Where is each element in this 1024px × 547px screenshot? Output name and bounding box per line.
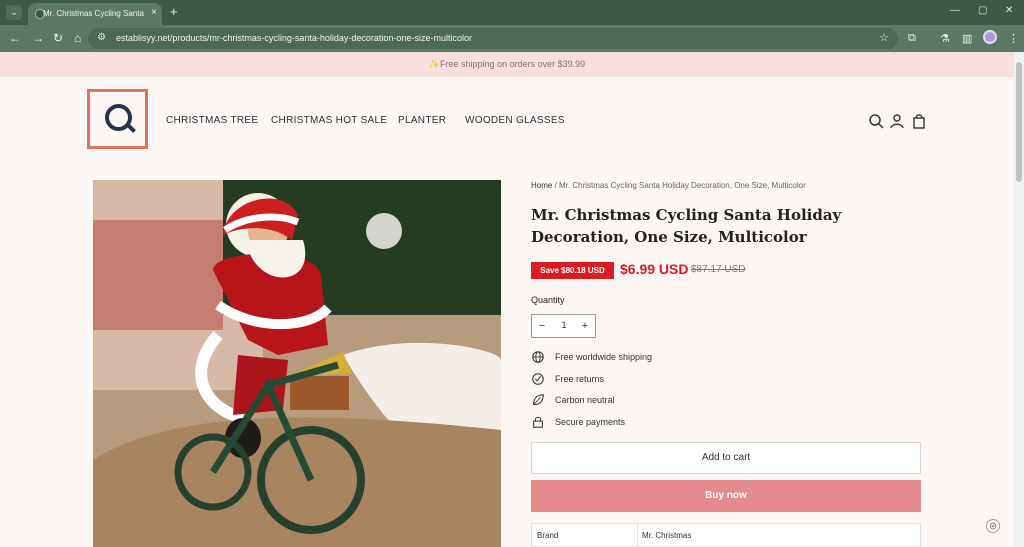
spec-key-brand: Brand	[537, 531, 559, 540]
leaf-icon	[533, 394, 544, 405]
save-badge: Save $80.18 USD	[531, 262, 614, 279]
reload-icon[interactable]: ↻	[53, 31, 63, 45]
globe-icon	[532, 351, 544, 363]
nav-wooden-glasses[interactable]: WOODEN GLASSES	[465, 115, 565, 126]
labs-icon[interactable]: ⚗	[940, 32, 950, 45]
breadcrumb-home-link[interactable]: Home	[531, 181, 552, 190]
cart-icon[interactable]	[911, 113, 927, 129]
logo-q-tail	[126, 123, 136, 133]
restore-window-icon[interactable]: ▢	[978, 5, 987, 16]
announcement-bar: ✨Free shipping on orders over $39.99	[0, 52, 1014, 77]
account-icon[interactable]	[889, 113, 905, 129]
store-logo[interactable]	[87, 89, 148, 149]
spec-divider	[637, 524, 638, 547]
quantity-plus-button[interactable]: +	[578, 318, 592, 334]
nav-christmas-hot-sale[interactable]: CHRISTMAS HOT SALE	[271, 115, 387, 126]
santa-bicycle-photo	[93, 180, 501, 547]
breadcrumb: Home / Mr. Christmas Cycling Santa Holid…	[531, 181, 806, 190]
sale-price: $6.99 USD	[620, 261, 689, 277]
search-icon[interactable]	[868, 113, 884, 129]
close-tab-icon[interactable]: ×	[151, 7, 157, 18]
check-circle-icon	[532, 373, 544, 385]
quantity-stepper[interactable]: − 1 +	[531, 314, 596, 338]
spec-value-brand: Mr. Christmas	[642, 531, 692, 540]
compare-price: $87.17 USD	[691, 264, 746, 275]
back-icon[interactable]: ←	[9, 31, 21, 45]
minimize-window-icon[interactable]: —	[950, 5, 960, 16]
nav-christmas-tree[interactable]: CHRISTMAS TREE	[166, 115, 258, 126]
forward-icon[interactable]: →	[32, 31, 44, 45]
scrollbar-thumb[interactable]	[1016, 62, 1022, 182]
browser-menu-icon[interactable]: ⋮	[1008, 32, 1019, 45]
product-spec-table: Brand Mr. Christmas	[531, 523, 921, 547]
home-icon[interactable]: ⌂	[74, 31, 81, 45]
site-info-icon[interactable]: ⚙	[97, 32, 106, 43]
tab-search-button[interactable]: ⌄	[6, 5, 22, 20]
feature-secure-payments: Secure payments	[555, 417, 626, 427]
lock-icon	[533, 416, 543, 428]
buy-now-button[interactable]: Buy now	[531, 480, 921, 512]
address-bar[interactable]: ⚙ establisyy.net/products/mr-christmas-c…	[88, 28, 898, 49]
quantity-label: Quantity	[531, 295, 565, 305]
close-window-icon[interactable]: ✕	[1005, 5, 1013, 16]
breadcrumb-current: Mr. Christmas Cycling Santa Holiday Deco…	[559, 181, 806, 190]
extensions-icon[interactable]: ⧉	[908, 32, 916, 45]
add-to-cart-button[interactable]: Add to cart	[531, 442, 921, 474]
side-panel-icon[interactable]: ▥	[962, 32, 972, 45]
feature-free-returns: Free returns	[555, 374, 605, 384]
feature-carbon-neutral: Carbon neutral	[555, 395, 615, 405]
product-main-image[interactable]	[93, 180, 501, 547]
active-tab[interactable]: Mr. Christmas Cycling Santa Ho ×	[28, 3, 162, 25]
browser-toolbar: ← → ↻ ⌂ ⚙ establisyy.net/products/mr-chr…	[0, 25, 1024, 52]
feature-free-worldwide-shipping: Free worldwide shipping	[555, 352, 653, 362]
chat-support-icon[interactable]	[986, 519, 1000, 533]
breadcrumb-separator: /	[552, 181, 560, 190]
nav-planter[interactable]: PLANTER	[398, 115, 446, 126]
quantity-minus-button[interactable]: −	[535, 318, 549, 334]
tab-title: Mr. Christmas Cycling Santa Ho	[43, 9, 145, 18]
page-scrollbar[interactable]	[1014, 52, 1024, 547]
new-tab-icon[interactable]: +	[170, 4, 178, 19]
product-title: Mr. Christmas Cycling Santa Holiday Deco…	[531, 206, 842, 246]
profile-avatar[interactable]	[983, 30, 997, 44]
bookmark-star-icon[interactable]: ☆	[879, 31, 889, 44]
quantity-value[interactable]: 1	[557, 320, 571, 330]
browser-tab-bar: ⌄ Mr. Christmas Cycling Santa Ho × + — ▢…	[0, 0, 1024, 25]
url-text: establisyy.net/products/mr-christmas-cyc…	[116, 33, 472, 43]
